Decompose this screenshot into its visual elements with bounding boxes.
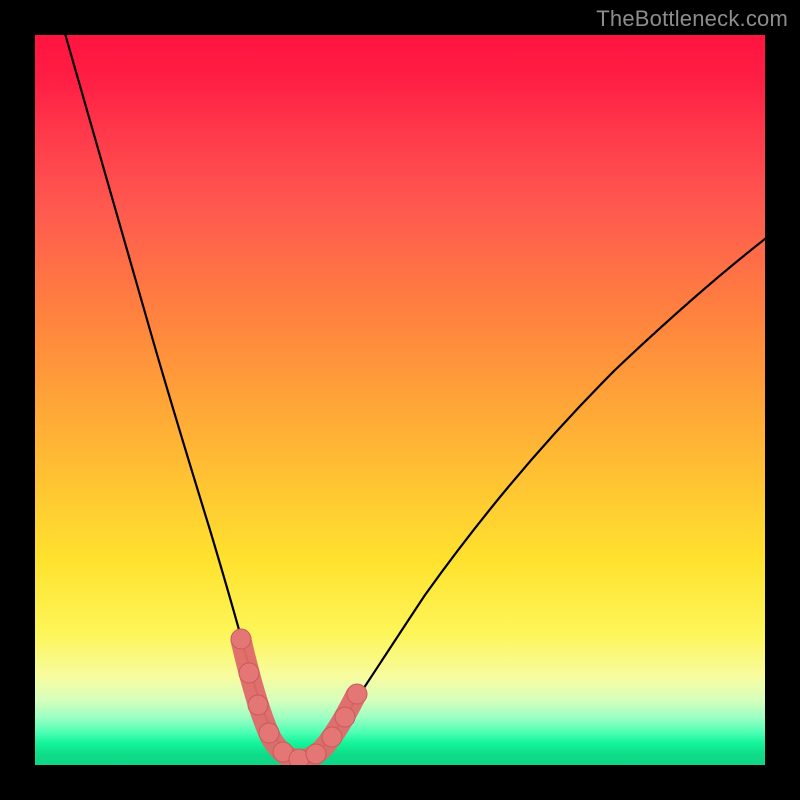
valley-highlight xyxy=(241,640,356,760)
watermark-text: TheBottleneck.com xyxy=(596,6,788,32)
chart-frame: TheBottleneck.com xyxy=(0,0,800,800)
plot-area xyxy=(35,35,765,765)
curve-svg xyxy=(35,35,765,765)
bottleneck-curve xyxy=(64,35,765,759)
highlight-dots xyxy=(231,629,367,765)
